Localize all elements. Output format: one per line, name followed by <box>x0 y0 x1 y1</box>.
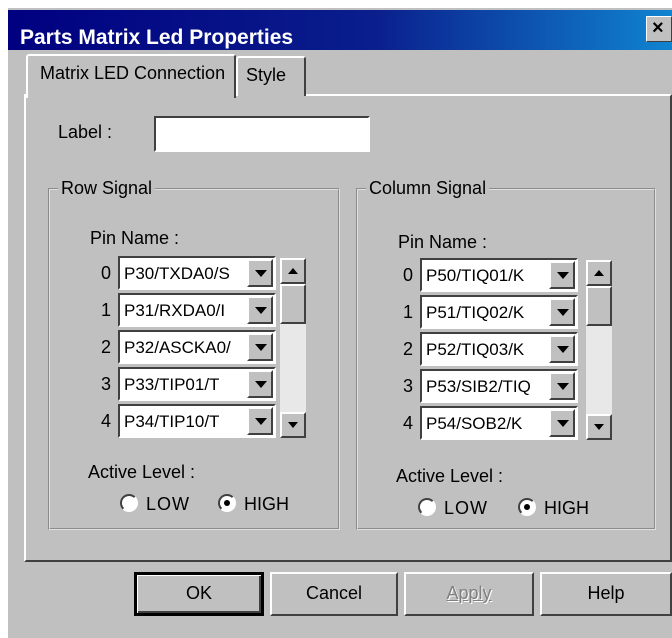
ok-button[interactable]: OK <box>134 572 264 616</box>
scroll-up-arrow-icon[interactable] <box>586 260 612 286</box>
chevron-down-icon[interactable] <box>247 259 273 287</box>
chevron-down-icon[interactable] <box>247 370 273 398</box>
pin-name-select[interactable]: P32/ASCKA0/ <box>118 330 276 364</box>
column-low-label: LOW <box>444 498 489 518</box>
pin-name-select[interactable]: P53/SIB2/TIQ <box>420 369 578 403</box>
dialog-title: Parts Matrix Led Properties <box>20 26 294 49</box>
pin-name-select[interactable]: P54/SOB2/K <box>420 406 578 440</box>
title-bar[interactable]: Parts Matrix Led Properties <box>8 10 672 50</box>
cancel-button[interactable]: Cancel <box>270 572 398 616</box>
cancel-button-label: Cancel <box>305 583 363 603</box>
tab-label: Style <box>246 65 287 85</box>
scroll-down-arrow-icon[interactable] <box>586 414 612 440</box>
pin-name-value: P53/SIB2/TIQ <box>426 377 531 396</box>
row-index: 0 <box>96 256 116 290</box>
pin-name-select[interactable]: P51/TIQ02/K <box>420 295 578 329</box>
scroll-thumb[interactable] <box>280 284 306 324</box>
row-active-level-label: Active Level : <box>88 462 196 482</box>
row-high-radio[interactable] <box>218 494 236 512</box>
scroll-up-arrow-icon[interactable] <box>280 258 306 284</box>
row-index: 3 <box>96 367 116 401</box>
row-pin-name-label: Pin Name : <box>90 228 180 248</box>
tab-matrix-led-connection[interactable]: Matrix LED Connection <box>26 54 236 98</box>
row-index: 1 <box>96 293 116 327</box>
column-pin-name-label: Pin Name : <box>398 232 488 252</box>
scroll-down-arrow-icon[interactable] <box>280 412 306 438</box>
ok-button-label: OK <box>185 583 212 603</box>
column-signal-title: Column Signal <box>366 177 490 199</box>
scroll-thumb[interactable] <box>586 286 612 326</box>
pin-name-value: P32/ASCKA0/ <box>124 338 231 357</box>
row-index: 1 <box>398 295 418 329</box>
apply-button[interactable]: Apply <box>404 572 534 616</box>
chevron-down-icon[interactable] <box>549 261 575 289</box>
row-index: 2 <box>398 332 418 366</box>
pin-name-select[interactable]: P30/TXDA0/S <box>118 256 276 290</box>
chevron-down-icon[interactable] <box>549 335 575 363</box>
row-index: 0 <box>398 258 418 292</box>
pin-name-value: P30/TXDA0/S <box>124 264 230 283</box>
pin-name-value: P54/SOB2/K <box>426 414 523 433</box>
help-button[interactable]: Help <box>540 572 672 616</box>
chevron-down-icon[interactable] <box>247 333 273 361</box>
row-high-label: HIGH <box>244 494 289 514</box>
row-index: 4 <box>96 404 116 438</box>
chevron-down-icon[interactable] <box>549 372 575 400</box>
chevron-down-icon[interactable] <box>549 409 575 437</box>
row-signal-title: Row Signal <box>58 177 156 199</box>
pin-name-select[interactable]: P33/TIP01/T <box>118 367 276 401</box>
chevron-down-icon[interactable] <box>247 296 273 324</box>
pin-name-select[interactable]: P52/TIQ03/K <box>420 332 578 366</box>
column-scrollbar[interactable] <box>586 260 612 440</box>
row-scrollbar[interactable] <box>280 258 306 438</box>
column-low-radio[interactable] <box>418 498 436 516</box>
label-field-label: Label : <box>58 122 113 142</box>
row-index: 4 <box>398 406 418 440</box>
row-low-radio[interactable] <box>120 494 138 512</box>
column-high-label: HIGH <box>544 498 589 518</box>
pin-name-value: P50/TIQ01/K <box>426 266 525 285</box>
column-active-level-label: Active Level : <box>396 466 504 486</box>
row-index: 3 <box>398 369 418 403</box>
label-input[interactable] <box>154 116 370 152</box>
apply-button-label: Apply <box>446 583 492 603</box>
pin-name-value: P51/TIQ02/K <box>426 303 525 322</box>
pin-name-value: P31/RXDA0/I <box>124 301 226 320</box>
chevron-down-icon[interactable] <box>549 298 575 326</box>
pin-name-select[interactable]: P34/TIP10/T <box>118 404 276 438</box>
row-index: 2 <box>96 330 116 364</box>
pin-name-select[interactable]: P31/RXDA0/I <box>118 293 276 327</box>
pin-name-select[interactable]: P50/TIQ01/K <box>420 258 578 292</box>
pin-name-value: P52/TIQ03/K <box>426 340 525 359</box>
pin-name-value: P33/TIP01/T <box>124 375 220 394</box>
tab-label: Matrix LED Connection <box>40 63 226 83</box>
tab-style[interactable]: Style <box>236 56 306 96</box>
column-high-radio[interactable] <box>518 498 536 516</box>
help-button-label: Help <box>587 583 625 603</box>
row-low-label: LOW <box>146 494 191 514</box>
chevron-down-icon[interactable] <box>247 407 273 435</box>
close-icon: × <box>652 17 664 39</box>
close-button[interactable]: × <box>646 16 672 42</box>
pin-name-value: P34/TIP10/T <box>124 412 220 431</box>
